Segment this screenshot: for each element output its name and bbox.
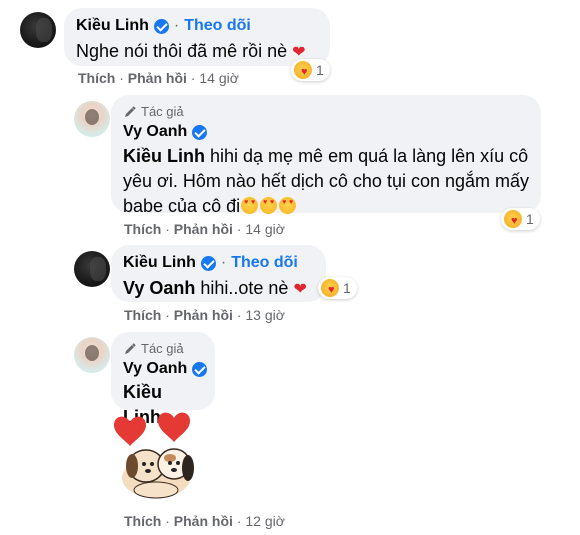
separator-dot: · [220,254,227,271]
mention-link[interactable]: Kiều Linh [123,146,205,166]
like-button[interactable]: Thích [124,221,161,237]
dogs-sticker[interactable] [108,408,208,504]
follow-link[interactable]: Theo dõi [231,253,298,273]
reply-button[interactable]: Phản hồi [174,513,233,529]
comment-actions: Thích · Phản hồi · 13 giờ [124,307,285,323]
comment-author[interactable]: Vy Oanh [123,122,187,142]
comment-bubble-3: Kiều Linh · Theo dõi Vy Oanh hihi..ote n… [111,245,326,302]
reply-button[interactable]: Phản hồi [128,70,187,86]
comment-text: Nghe nói thôi đã mê rồi nè [76,41,288,61]
reaction-count: 1 [343,280,351,296]
verified-badge-icon [192,361,208,377]
verified-badge-icon [192,124,208,140]
comment-bubble-1: Kiều Linh · Theo dõi Nghe nói thôi đã mê… [64,8,330,66]
comment-author[interactable]: Vy Oanh [123,359,187,379]
avatar-kieu-linh[interactable] [20,12,56,48]
reaction-summary[interactable]: 1 [318,277,357,299]
follow-link[interactable]: Theo dõi [184,16,251,36]
like-button[interactable]: Thích [124,513,161,529]
author-pen-icon [125,343,136,354]
heart-icon: ❤ [293,281,307,298]
comment-actions: Thích · Phản hồi · 14 giờ [124,221,285,237]
reply-button[interactable]: Phản hồi [174,307,233,323]
comment-text: hihi..ote nè [200,278,289,298]
timestamp[interactable]: 14 giờ [245,221,285,237]
comment-author[interactable]: Kiều Linh [123,253,196,273]
avatar-vy-oanh[interactable] [74,101,110,137]
reaction-summary[interactable]: 1 [291,59,330,81]
heart-eyes-emoji-icon [279,197,297,214]
reaction-count: 1 [526,211,534,227]
comment-actions: Thích · Phản hồi · 12 giờ [124,513,285,529]
heart-eyes-emoji-icon [241,197,259,214]
reaction-summary[interactable]: 1 [501,208,540,230]
care-reaction-icon [321,279,339,297]
author-badge-label: Tác giả [141,341,184,356]
comment-bubble-2: Tác giả Vy Oanh Kiều Linh hihi dạ mẹ mê … [111,95,541,216]
author-badge-label: Tác giả [141,104,184,119]
mention-link[interactable]: Vy Oanh [123,278,195,298]
author-pen-icon [125,106,136,117]
verified-badge-icon [153,18,169,34]
heart-eyes-emoji-icon [260,197,278,214]
verified-badge-icon [200,255,216,271]
like-button[interactable]: Thích [124,307,161,323]
care-reaction-icon [294,61,312,79]
reply-button[interactable]: Phản hồi [174,221,233,237]
reaction-count: 1 [316,62,324,78]
comment-author[interactable]: Kiều Linh [76,16,149,36]
comment-bubble-4: Tác giả Vy Oanh Kiều Linh [111,332,215,427]
comment-actions: Thích · Phản hồi · 14 giờ [78,70,239,86]
timestamp[interactable]: 13 giờ [245,307,285,323]
separator-dot: · [173,17,180,34]
avatar-kieu-linh[interactable] [74,251,110,287]
timestamp[interactable]: 12 giờ [245,513,285,529]
timestamp[interactable]: 14 giờ [199,70,239,86]
avatar-vy-oanh[interactable] [74,337,110,373]
like-button[interactable]: Thích [78,70,115,86]
care-reaction-icon [504,210,522,228]
